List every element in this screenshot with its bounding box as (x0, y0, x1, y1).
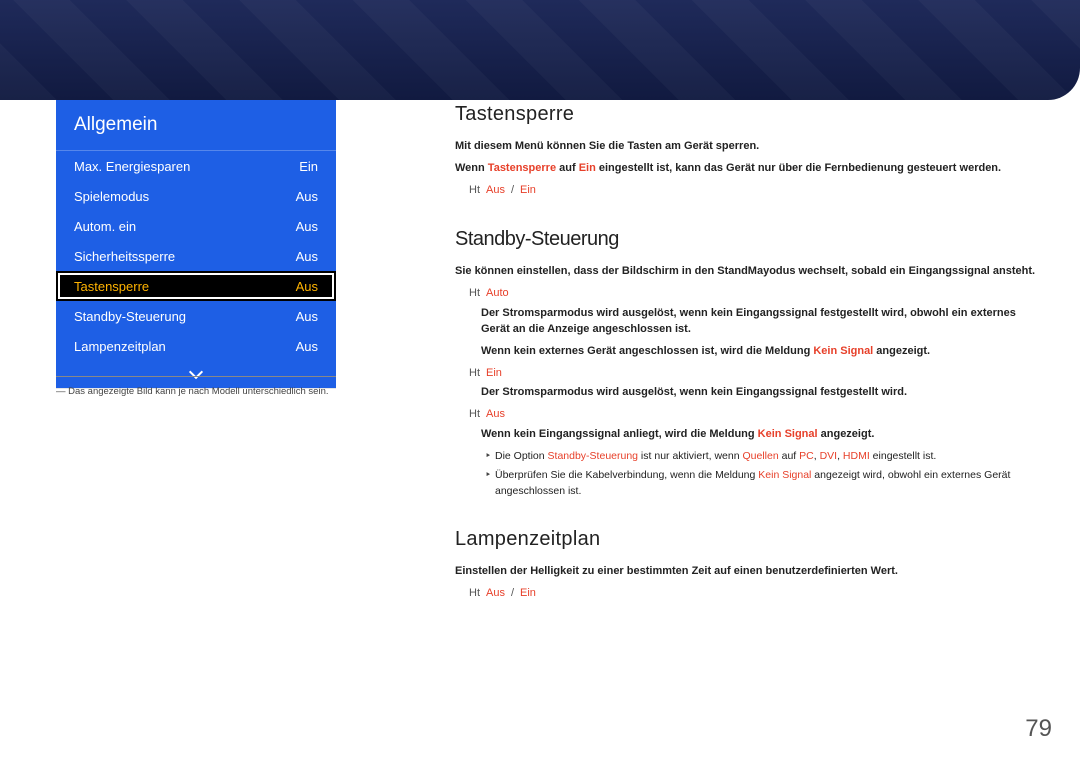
menu-item-label: Autom. ein (74, 219, 136, 234)
menu-item-standby-steuerung[interactable]: Standby-Steuerung Aus (56, 301, 336, 331)
option-prefix: Ht (469, 366, 480, 382)
menu-item-label: Lampenzeitplan (74, 339, 166, 354)
text: angezeigt. (818, 428, 875, 440)
option-desc: Wenn kein Eingangssignal anliegt, wird d… (481, 427, 1044, 443)
text: auf (779, 450, 799, 462)
section-note: Wenn Tastensperre auf Ein eingestellt is… (455, 161, 1044, 177)
option-prefix: Ht (469, 286, 480, 302)
option-value: Ein (520, 183, 536, 199)
highlight: HDMI (843, 450, 870, 462)
section-lampenzeitplan: Lampenzeitplan Einstellen der Helligkeit… (455, 525, 1044, 602)
menu-item-value: Ein (299, 159, 318, 174)
note-item: Die Option Standby-Steuerung ist nur akt… (485, 449, 1044, 464)
section-intro: Sie können einstellen, dass der Bildschi… (455, 264, 1044, 280)
footnote-divider (56, 376, 336, 377)
highlight: DVI (820, 450, 838, 462)
menu-item-lampenzeitplan[interactable]: Lampenzeitplan Aus (56, 331, 336, 361)
text: Überprüfen Sie die Kabelverbindung, wenn… (495, 469, 758, 481)
text: eingestellt ist. (870, 450, 937, 462)
menu-item-value: Aus (296, 249, 318, 264)
option-row: Ht Aus / Ein (469, 183, 1044, 199)
text: Die Option (495, 450, 548, 462)
option-sep: / (511, 586, 514, 602)
option-row: Ht Aus / Ein (469, 586, 1044, 602)
text: May (748, 265, 769, 277)
section-intro: Mit diesem Menü können Sie die Tasten am… (455, 139, 1044, 155)
page-header-band (0, 0, 1080, 100)
menu-scroll-down[interactable] (56, 361, 336, 388)
menu-item-value: Aus (296, 219, 318, 234)
menu-item-label: Max. Energiesparen (74, 159, 190, 174)
option-prefix: Ht (469, 407, 480, 423)
option-value: Aus (486, 586, 505, 602)
highlight: Ein (579, 162, 596, 174)
text: auf (556, 162, 579, 174)
text: angezeigt. (873, 345, 930, 357)
option-row-auto: Ht Auto (469, 286, 1044, 302)
menu-item-autom-ein[interactable]: Autom. ein Aus (56, 211, 336, 241)
highlight: Tastensperre (488, 162, 556, 174)
text: Wenn kein externes Gerät angeschlossen i… (481, 345, 790, 357)
option-sep: / (511, 183, 514, 199)
highlight: PC (799, 450, 814, 462)
menu-item-max-energiesparen[interactable]: Max. Energiesparen Ein (56, 151, 336, 181)
text: ung (790, 345, 813, 357)
settings-menu-title: Allgemein (56, 100, 336, 151)
note-item: Überprüfen Sie die Kabelverbindung, wenn… (485, 468, 1044, 498)
text: odus wechselt, sobald ein Eingangssignal… (769, 265, 1035, 277)
text: Sie können einstellen, dass der Bildschi… (455, 265, 748, 277)
menu-item-tastensperre[interactable]: Tastensperre Aus (56, 271, 336, 301)
section-standby-steuerung: Standby-Steuerung Sie können einstellen,… (455, 225, 1044, 499)
text: Wenn kein Eingangssignal anliegt, wird d… (481, 428, 758, 440)
option-desc: Der Stromsparmodus wird ausgelöst, wenn … (481, 306, 1044, 338)
text: eingestellt ist, kann das Gerät nur über… (596, 162, 1001, 174)
option-value: Aus (486, 183, 505, 199)
menu-item-label: Standby-Steuerung (74, 309, 186, 324)
highlight: Kein Signal (813, 345, 873, 357)
menu-item-value: Aus (296, 309, 318, 324)
menu-item-spielemodus[interactable]: Spielemodus Aus (56, 181, 336, 211)
option-prefix: Ht (469, 586, 480, 602)
page-number: 79 (1025, 715, 1052, 743)
menu-item-value: Aus (296, 339, 318, 354)
section-intro: Einstellen der Helligkeit zu einer besti… (455, 564, 1044, 580)
settings-menu-card: Allgemein Max. Energiesparen Ein Spielem… (56, 100, 336, 388)
highlight: Quellen (742, 450, 778, 462)
menu-item-value: Aus (296, 189, 318, 204)
text: ist nur aktiviert, wenn (638, 450, 742, 462)
highlight: Kein Signal (758, 469, 811, 481)
menu-item-label: Sicherheitssperre (74, 249, 175, 264)
option-prefix: Ht (469, 183, 480, 199)
option-desc: Der Stromsparmodus wird ausgelöst, wenn … (481, 385, 1044, 401)
menu-item-sicherheitssperre[interactable]: Sicherheitssperre Aus (56, 241, 336, 271)
content-area: Tastensperre Mit diesem Menü können Sie … (455, 100, 1044, 628)
section-tastensperre: Tastensperre Mit diesem Menü können Sie … (455, 100, 1044, 199)
highlight: Kein Signal (758, 428, 818, 440)
section-title: Lampenzeitplan (455, 525, 1044, 554)
menu-item-label: Spielemodus (74, 189, 149, 204)
option-row-aus: Ht Aus (469, 407, 1044, 423)
option-value: Auto (486, 286, 509, 302)
menu-item-value: Aus (296, 279, 318, 294)
menu-item-label: Tastensperre (74, 279, 149, 294)
footnote-text: Das angezeigte Bild kann je nach Modell … (56, 386, 356, 397)
option-desc: Wenn kein externes Gerät angeschlossen i… (481, 344, 1044, 360)
section-title: Tastensperre (455, 100, 1044, 129)
section-title: Standby-Steuerung (455, 225, 1044, 254)
text: Wenn (455, 162, 488, 174)
section-notes: Die Option Standby-Steuerung ist nur akt… (485, 449, 1044, 499)
highlight: Standby-Steuerung (548, 450, 638, 462)
option-value: Aus (486, 407, 505, 423)
option-value: Ein (486, 366, 502, 382)
option-value: Ein (520, 586, 536, 602)
option-row-ein: Ht Ein (469, 366, 1044, 382)
